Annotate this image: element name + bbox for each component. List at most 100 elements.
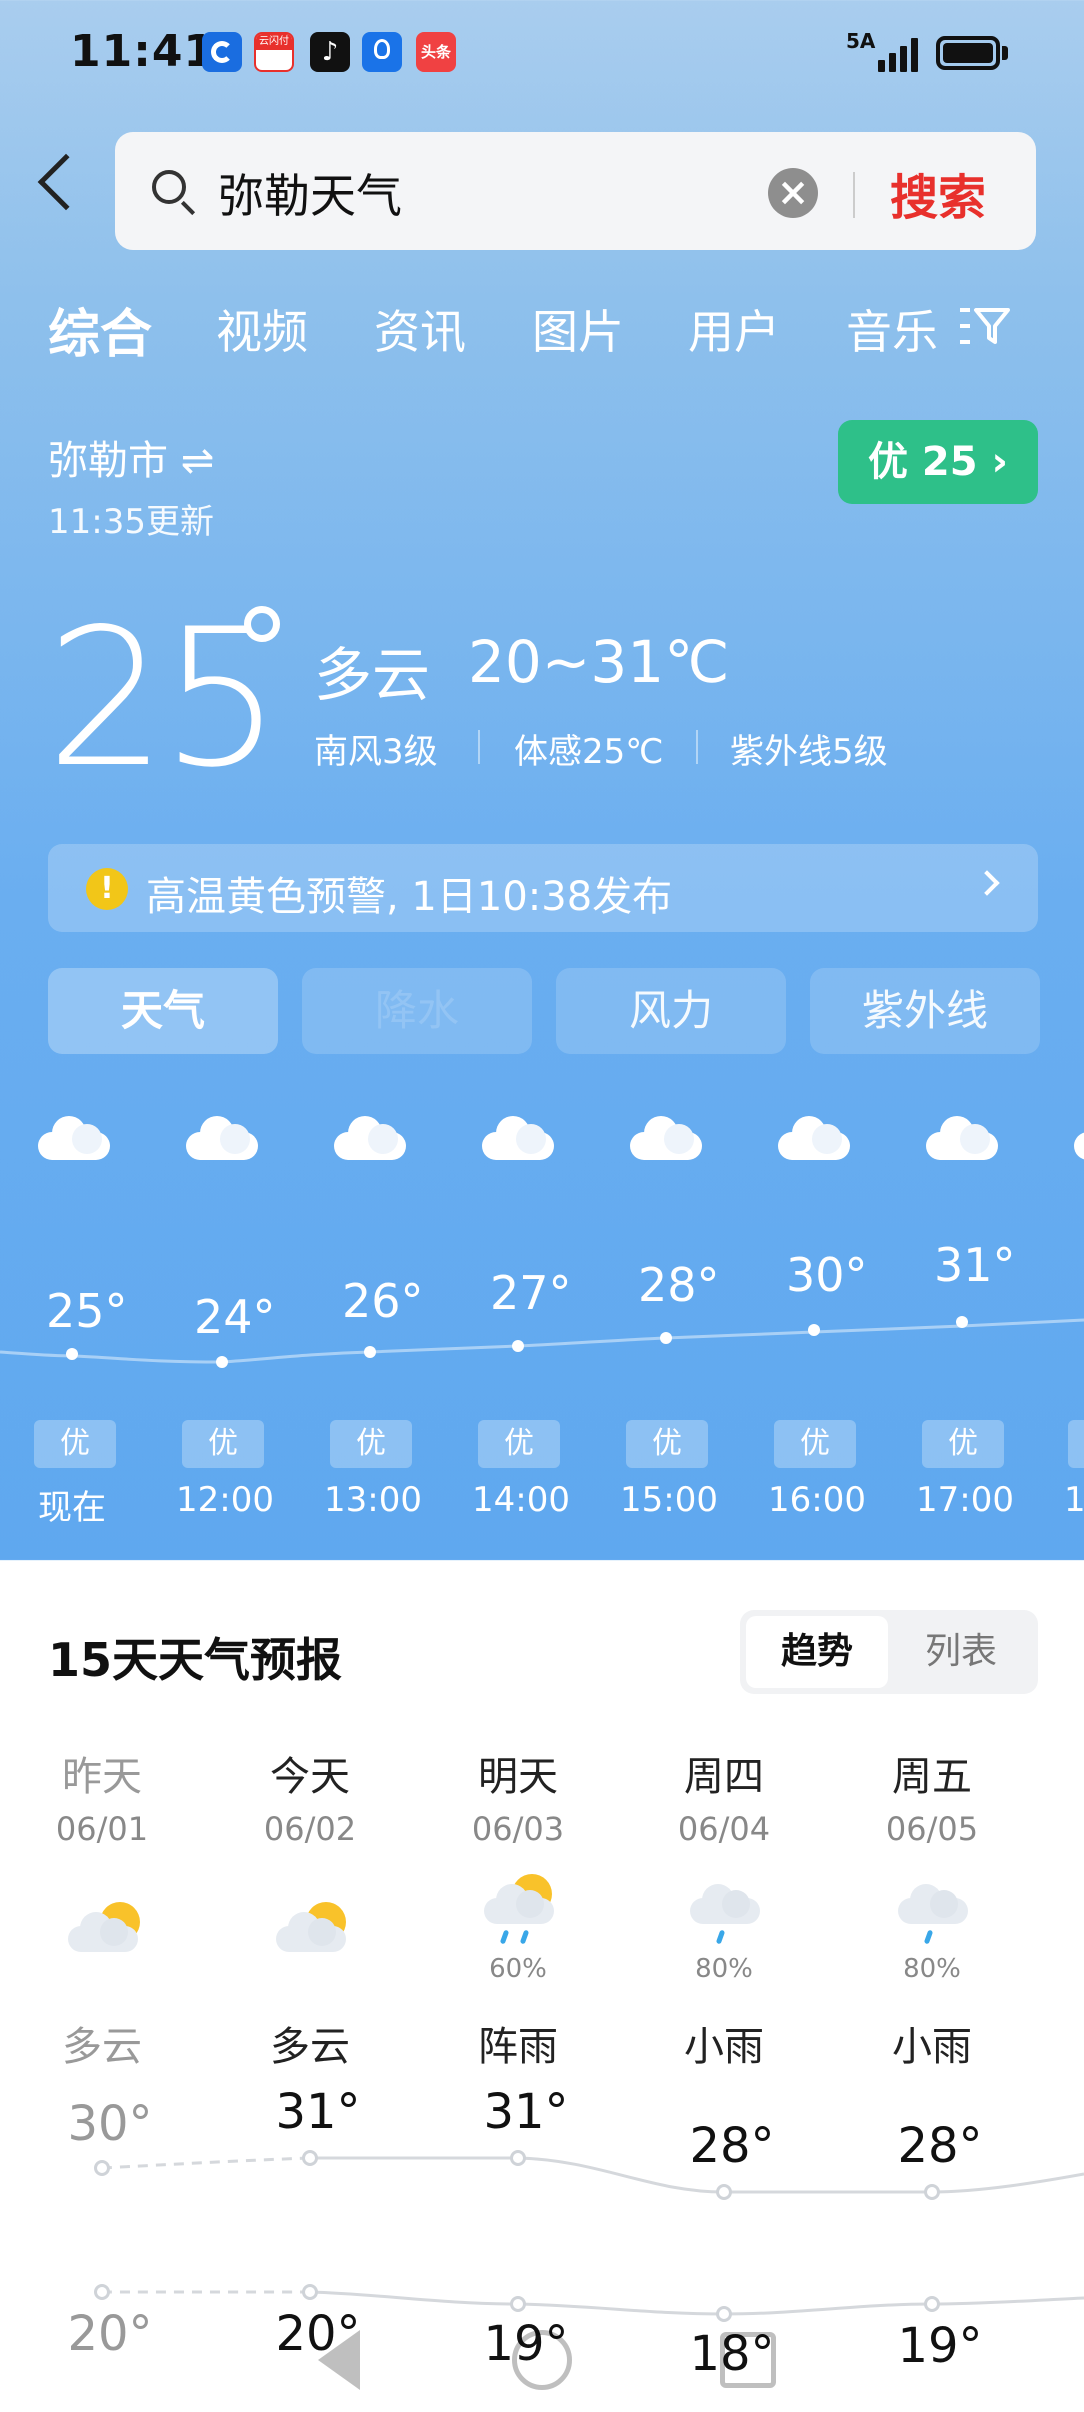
day-condition: 小雨 <box>892 2024 972 2070</box>
day-high: 30° <box>67 2096 153 2152</box>
city-switcher[interactable]: 弥勒市 ⇌ <box>48 428 214 486</box>
day-condition: 多云 <box>270 2024 350 2070</box>
high-dot <box>924 2184 940 2200</box>
subtab-precipitation[interactable]: 降水 <box>302 968 532 1054</box>
hour-dot <box>808 1324 820 1336</box>
current-condition: 多云 <box>314 641 431 709</box>
temperature-range: 20~31℃ <box>468 628 730 696</box>
aqi-tag: 优 <box>478 1420 560 1468</box>
subtab-weather[interactable]: 天气 <box>48 968 278 1054</box>
hour-time: 1 <box>1064 1480 1084 1520</box>
hour-time: 现在 <box>38 1488 106 1528</box>
alert-text: 高温黄色预警, 1日10:38发布 <box>146 874 673 920</box>
day-condition: 阵雨 <box>478 2024 558 2070</box>
hour-temp: 24° <box>194 1290 276 1344</box>
hourly-forecast[interactable]: 25° 优 现在 24° 优 12:00 26° 优 13:00 27° 优 1… <box>0 1100 1084 1540</box>
day-low: 19° <box>897 2318 983 2374</box>
aqi-tag: 优 <box>34 1420 116 1468</box>
aqi-tag: 优 <box>182 1420 264 1468</box>
tab-all[interactable]: 综合 <box>48 292 152 367</box>
hour-dot <box>512 1340 524 1352</box>
cloudy-icon <box>482 1116 554 1160</box>
tab-users[interactable]: 用户 <box>688 296 780 362</box>
search-icon <box>152 170 186 204</box>
cloudy-icon <box>778 1116 850 1160</box>
hour-dot <box>956 1316 968 1328</box>
aqi-tag: 优 <box>626 1420 708 1468</box>
hour-temp: 30° <box>786 1248 868 1302</box>
day-name: 明天 <box>478 1754 558 1800</box>
high-dot <box>716 2184 732 2200</box>
cloudy-icon <box>334 1116 406 1160</box>
day-high: 31° <box>275 2084 361 2140</box>
nav-recent-button[interactable] <box>720 2332 776 2388</box>
day-high: 28° <box>689 2118 775 2174</box>
precip-chance: 80% <box>695 1954 753 1984</box>
search-input[interactable]: 弥勒天气 <box>218 160 402 226</box>
aqi-tag: 优 <box>774 1420 856 1468</box>
hourly-temp-curve <box>0 1318 1084 1364</box>
day-date: 06/03 <box>471 1810 565 1848</box>
clear-icon[interactable]: × <box>768 168 818 218</box>
hour-time: 14:00 <box>472 1480 570 1520</box>
hour-time: 17:00 <box>916 1480 1014 1520</box>
warning-icon: ! <box>86 868 128 910</box>
degree-symbol <box>244 606 280 642</box>
feels-like: 体感25℃ <box>514 732 664 772</box>
day-date: 06/02 <box>263 1810 357 1848</box>
uv-index: 紫外线5级 <box>730 732 888 772</box>
day-name: 昨天 <box>62 1754 142 1800</box>
day-condition: 多云 <box>62 2024 142 2070</box>
toutiao-app-icon: 头条 <box>416 32 456 72</box>
cloudy-icon <box>926 1116 998 1160</box>
nav-home-button[interactable] <box>512 2330 572 2390</box>
back-icon[interactable] <box>37 153 95 211</box>
high-dot <box>94 2160 110 2176</box>
cloud-pay-label: 云闪付 <box>256 34 292 50</box>
hour-temp: 27° <box>490 1266 572 1320</box>
subtab-wind[interactable]: 风力 <box>556 968 786 1054</box>
battery-tip <box>1002 46 1008 60</box>
douyin-app-icon: ♪ <box>310 32 350 72</box>
battery-icon <box>936 36 1000 70</box>
subtab-uv[interactable]: 紫外线 <box>810 968 1040 1054</box>
browser-app-icon <box>202 32 242 72</box>
search-divider <box>853 172 855 218</box>
cloudy-icon <box>1074 1118 1084 1160</box>
search-button[interactable]: 搜索 <box>890 158 986 228</box>
aqi-tag: 优 <box>1068 1420 1084 1468</box>
hour-dot <box>216 1356 228 1368</box>
high-dot <box>302 2150 318 2166</box>
hour-temp: 26° <box>342 1274 424 1328</box>
precip-chance: 60% <box>489 1954 547 1984</box>
day-date: 06/04 <box>677 1810 771 1848</box>
hour-dot <box>364 1346 376 1358</box>
tab-news[interactable]: 资讯 <box>374 296 466 362</box>
day-condition: 小雨 <box>684 2024 764 2070</box>
cloudy-icon <box>186 1116 258 1160</box>
hour-time: 16:00 <box>768 1480 866 1520</box>
tab-music[interactable]: 音乐 <box>846 296 938 362</box>
nav-back-button[interactable] <box>318 2330 360 2390</box>
day-name: 今天 <box>270 1754 350 1800</box>
bulb-app-icon <box>362 32 402 72</box>
cloudy-icon <box>630 1116 702 1160</box>
update-time: 11:35更新 <box>48 502 214 542</box>
low-dot <box>510 2296 526 2312</box>
status-time: 11:41 <box>70 26 216 77</box>
precip-chance: 80% <box>903 1954 961 1984</box>
cloudy-icon <box>38 1116 110 1160</box>
tab-video[interactable]: 视频 <box>216 296 308 362</box>
aqi-tag: 优 <box>330 1420 412 1468</box>
aqi-badge[interactable]: 优 25 › <box>838 420 1038 504</box>
hour-dot <box>660 1332 672 1344</box>
day-high: 31° <box>483 2084 569 2140</box>
hour-dot <box>66 1348 78 1360</box>
hour-time: 12:00 <box>176 1480 274 1520</box>
detail-divider <box>478 730 480 764</box>
tab-images[interactable]: 图片 <box>532 296 624 362</box>
signal-icon <box>860 36 922 72</box>
filter-icon[interactable] <box>958 306 1010 346</box>
hour-temp: 28° <box>638 1258 720 1312</box>
daily-temp-curves <box>101 2156 1084 2316</box>
